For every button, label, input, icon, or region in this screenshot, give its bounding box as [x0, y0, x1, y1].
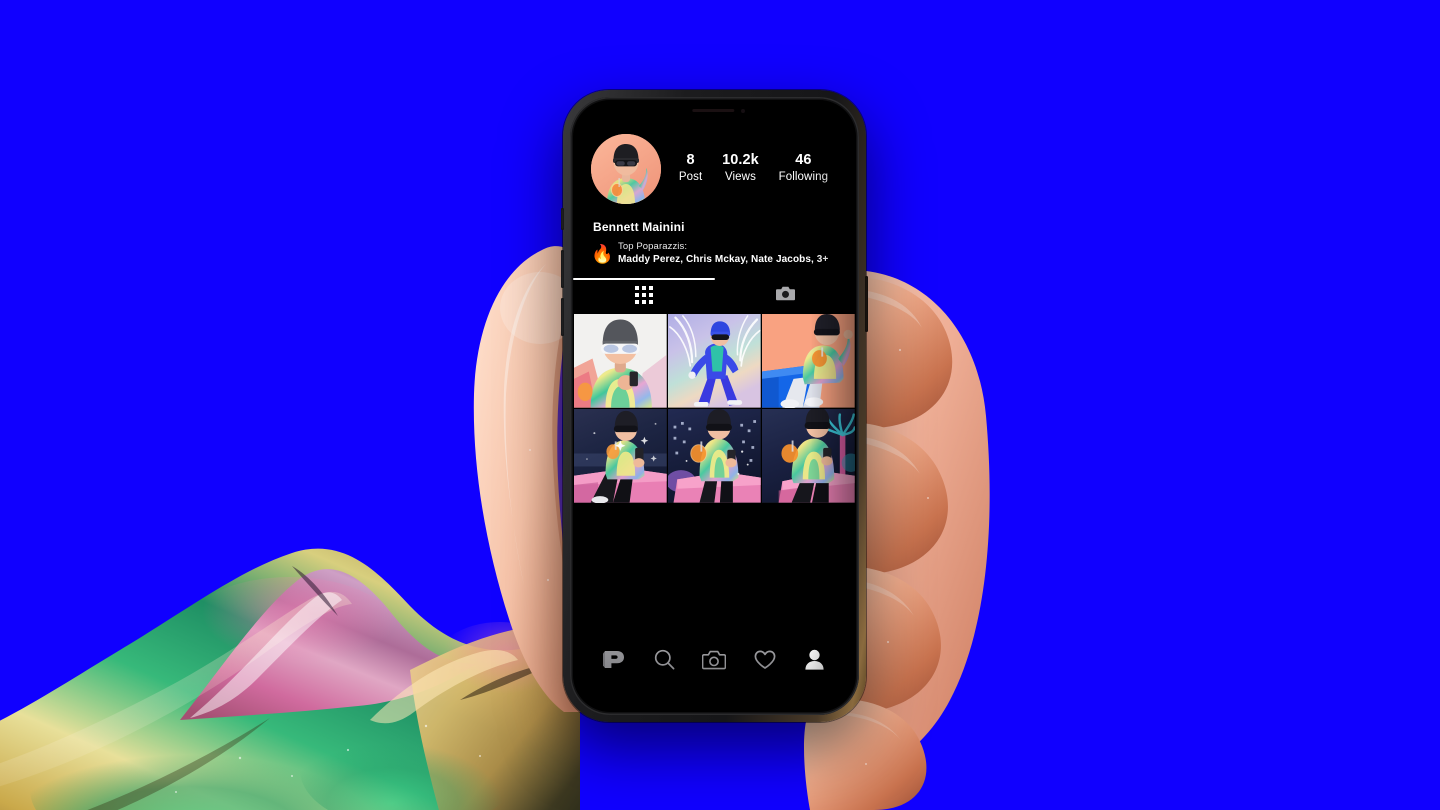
photo-cell[interactable]	[668, 314, 761, 408]
holographic-sleeve	[0, 420, 580, 810]
profile-header: 8 Post 10.2k Views 46 Following	[573, 126, 856, 204]
nav-search[interactable]	[647, 648, 681, 676]
nav-profile[interactable]	[798, 648, 832, 676]
search-icon	[654, 649, 675, 675]
nav-camera[interactable]	[697, 648, 731, 676]
stat-following-label: Following	[778, 171, 829, 184]
stat-posts-value: 8	[686, 152, 695, 169]
top-poparazzis-title: Top Poparazzis:	[618, 241, 688, 252]
profile-username: Bennett Mainini	[593, 220, 685, 234]
stat-posts[interactable]: 8 Post	[679, 151, 702, 186]
heart-icon	[754, 650, 776, 675]
nav-activity[interactable]	[748, 648, 782, 676]
camera-icon	[702, 650, 727, 675]
photo-grid	[573, 314, 856, 504]
content-tabs	[573, 278, 857, 308]
smartphone: 8 Post 10.2k Views 46 Following Bennett …	[561, 90, 868, 722]
stat-views-value: 10.2k	[722, 152, 759, 169]
photo-cell[interactable]	[762, 314, 855, 408]
stat-views-label: Views	[724, 171, 756, 184]
camera-icon	[775, 285, 795, 306]
phone-bezel: 8 Post 10.2k Views 46 Following Bennett …	[570, 97, 859, 715]
person-icon	[804, 649, 825, 675]
tab-grid[interactable]	[573, 282, 715, 308]
phone-screen: 8 Post 10.2k Views 46 Following Bennett …	[573, 100, 856, 712]
volume-down-button[interactable]	[561, 298, 564, 336]
front-camera-icon	[740, 108, 745, 113]
poparazzi-app: 8 Post 10.2k Views 46 Following Bennett …	[573, 100, 856, 712]
volume-up-button[interactable]	[561, 250, 564, 288]
top-poparazzis-text: Top Poparazzis: Maddy Perez, Chris Mckay…	[618, 241, 828, 266]
nav-home[interactable]	[597, 648, 631, 676]
poparazzi-p-logo-icon	[603, 651, 625, 673]
photo-cell[interactable]	[668, 409, 761, 504]
power-button[interactable]	[865, 276, 868, 332]
stat-posts-label: Post	[678, 171, 703, 184]
top-poparazzis-row[interactable]: 🔥 Top Poparazzis: Maddy Perez, Chris Mck…	[573, 234, 856, 266]
mute-switch[interactable]	[561, 208, 564, 230]
stat-following-value: 46	[795, 152, 812, 169]
avatar[interactable]	[591, 134, 661, 204]
photo-cell[interactable]	[574, 409, 667, 504]
photo-cell[interactable]	[574, 314, 667, 408]
stat-views[interactable]: 10.2k Views	[722, 151, 759, 186]
top-poparazzis-names: Maddy Perez, Chris Mckay, Nate Jacobs, 3…	[618, 253, 829, 265]
bottom-navigation	[573, 648, 856, 712]
stat-following[interactable]: 46 Following	[779, 151, 828, 186]
fire-emoji-icon: 🔥	[591, 243, 614, 264]
tab-camera[interactable]	[715, 282, 857, 308]
scene: 8 Post 10.2k Views 46 Following Bennett …	[0, 0, 1440, 810]
earpiece-speaker	[691, 109, 734, 112]
photo-cell[interactable]	[762, 409, 855, 504]
profile-stats: 8 Post 10.2k Views 46 Following	[661, 151, 838, 186]
grid-icon	[634, 286, 653, 305]
